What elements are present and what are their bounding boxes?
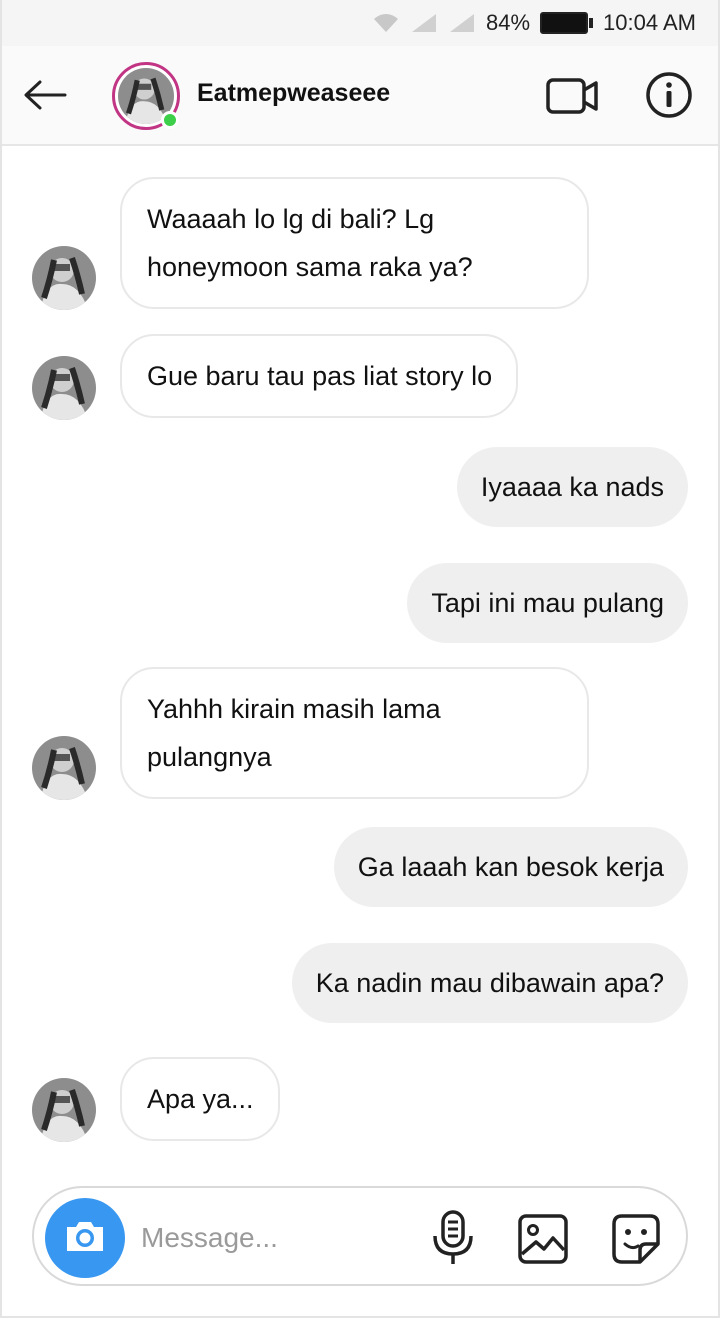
message-text: Gue baru tau pas liat story lo [147,361,493,391]
message-text: honeymoon sama raka ya? [147,252,473,282]
camera-icon [63,1217,107,1260]
signal-icon [448,12,476,34]
online-indicator [161,111,179,129]
status-time: 10:04 AM [603,10,696,35]
message-bubble-incoming[interactable]: Yahhh kirain masih lama pulangnya [120,667,589,799]
message-bubble-outgoing[interactable]: Tapi ini mau pulang [407,563,688,643]
message-text: Iyaaaa ka nads [480,472,664,502]
back-arrow-icon [23,80,67,115]
battery-icon [540,12,594,34]
microphone-icon [430,1210,476,1270]
info-button[interactable] [644,70,694,120]
message-composer [32,1186,688,1286]
camera-button[interactable] [45,1198,125,1278]
message-bubble-outgoing[interactable]: Ga laaah kan besok kerja [333,827,688,907]
video-camera-icon [544,78,600,122]
gallery-icon [516,1214,570,1270]
message-bubble-outgoing[interactable]: Ka nadin mau dibawain apa? [291,943,688,1023]
message-text: pulangnya [147,742,272,772]
chat-header: Eatmepweaseee [0,46,720,146]
status-bar: 84% 10:04 AM [0,0,720,46]
message-bubble-outgoing[interactable]: Iyaaaa ka nads [456,447,688,527]
message-input[interactable] [141,1216,411,1260]
battery-percent: 84% [486,10,531,35]
message-bubble-incoming[interactable]: Apa ya... [120,1057,280,1141]
sender-avatar [32,246,96,310]
info-icon [644,72,694,124]
gallery-button[interactable] [516,1212,570,1266]
message-text: Ga laaah kan besok kerja [357,852,664,882]
back-button[interactable] [20,72,70,122]
sticker-icon [608,1214,664,1272]
message-text: Waaaah lo lg di bali? Lg [147,204,435,234]
sender-avatar [32,1078,96,1142]
sender-avatar [32,356,96,420]
message-text: Tapi ini mau pulang [431,588,664,618]
message-text: Ka nadin mau dibawain apa? [315,968,664,998]
voice-message-button[interactable] [430,1210,476,1266]
video-call-button[interactable] [544,74,600,118]
contact-avatar[interactable] [112,62,180,130]
sticker-button[interactable] [608,1212,664,1268]
message-text: Yahhh kirain masih lama [147,694,441,724]
message-text: Apa ya... [147,1084,254,1114]
contact-username[interactable]: Eatmepweaseee [197,79,390,108]
message-bubble-incoming[interactable]: Gue baru tau pas liat story lo [120,334,519,418]
sender-avatar [32,736,96,800]
signal-icon [410,12,438,34]
message-bubble-incoming[interactable]: Waaaah lo lg di bali? Lg honeymoon sama … [120,177,589,309]
wifi-icon [372,12,400,34]
